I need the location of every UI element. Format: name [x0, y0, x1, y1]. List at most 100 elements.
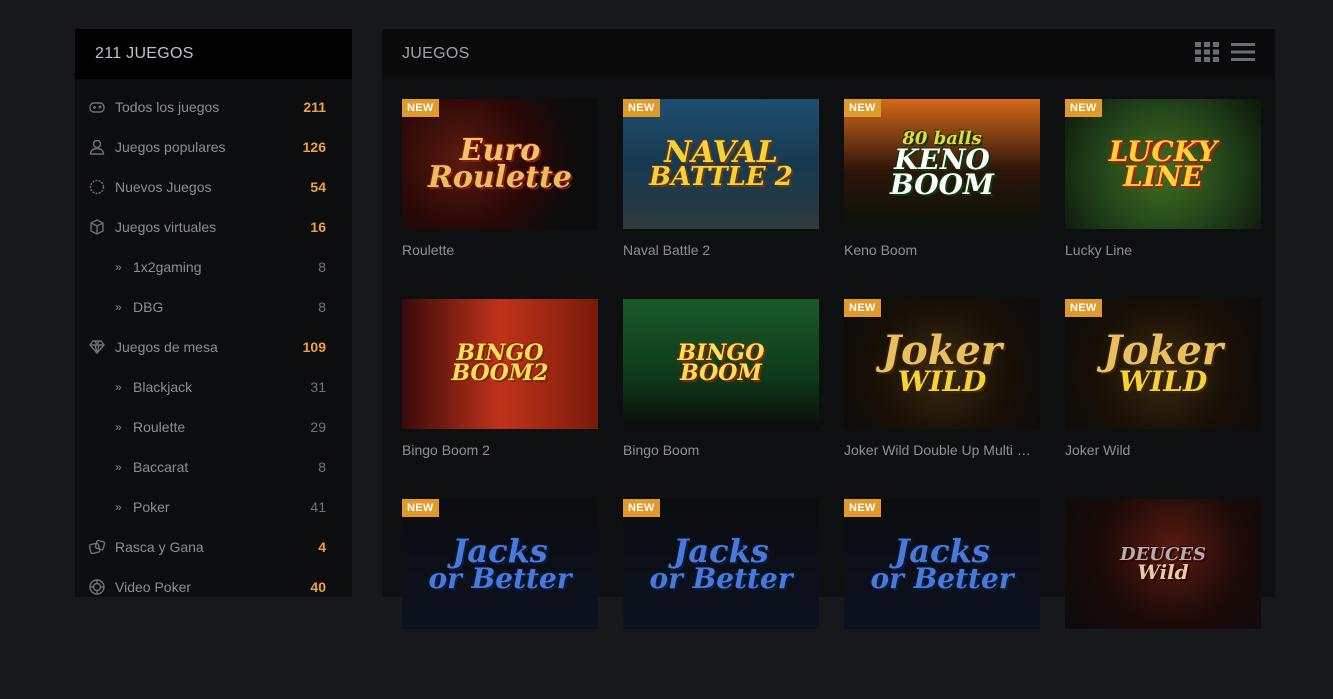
game-thumbnail[interactable]: NEW Euro Roulette	[402, 99, 598, 229]
game-art-title: NAVAL BATTLE 2	[649, 137, 793, 192]
sidebar-item-count: 4	[318, 539, 326, 555]
game-art-line: WILD	[897, 365, 987, 399]
games-count-title: 211 JUEGOS	[95, 45, 194, 62]
sidebar-item-nuevos-juegos[interactable]: Nuevos Juegos 54	[75, 167, 352, 207]
sidebar-item-poker[interactable]: » Poker 41	[75, 487, 352, 527]
category-list: Todos los juegos 211 Juegos populares 126 Nu…	[75, 79, 352, 607]
game-art: BINGO BOOM	[623, 299, 819, 429]
new-badge: NEW	[1065, 99, 1102, 117]
sidebar-item-count: 16	[310, 219, 326, 235]
sidebar-title: 211 JUEGOS	[75, 29, 352, 79]
game-art-line: Roulette	[427, 160, 573, 195]
sidebar-item-count: 126	[302, 139, 326, 155]
sidebar-item-label: Todos los juegos	[115, 99, 220, 115]
game-art-line: or Better	[870, 561, 1014, 595]
game-tile[interactable]: NEW Euro Roulette Roulette	[402, 99, 598, 299]
new-badge: NEW	[844, 499, 881, 517]
game-name[interactable]: Naval Battle 2	[623, 242, 819, 258]
sidebar-item-count: 41	[310, 499, 326, 515]
game-tile[interactable]: NEW Jacks or Better	[844, 499, 1040, 699]
game-art-line: Joker	[1103, 327, 1223, 375]
game-name[interactable]: Joker Wild	[1065, 442, 1261, 458]
sidebar-item-juegos-de-mesa[interactable]: Juegos de mesa 109	[75, 327, 352, 367]
game-art-line: WILD	[1118, 365, 1208, 399]
game-tile[interactable]: NEW Jacks or Better	[623, 499, 819, 699]
game-thumbnail[interactable]: NEW Jacks or Better	[623, 499, 819, 629]
category-sidebar: 211 JUEGOS Todos los juegos 211 Juegos pop…	[75, 29, 352, 597]
game-name[interactable]: Lucky Line	[1065, 242, 1261, 258]
game-art-title: Joker WILD	[1103, 327, 1223, 399]
game-art: Jacks or Better	[623, 499, 819, 629]
game-thumbnail[interactable]: NEW Jacks or Better	[844, 499, 1040, 629]
game-thumbnail[interactable]: NEW LUCKY LINE	[1065, 99, 1261, 229]
game-art: LUCKY LINE	[1065, 99, 1261, 229]
sidebar-item-label: Baccarat	[133, 459, 189, 475]
game-art-line: Wild	[1137, 560, 1189, 585]
chevron-right-icon: »	[115, 420, 122, 434]
sidebar-item-count: 109	[302, 339, 326, 355]
game-thumbnail[interactable]: NEW Joker WILD	[1065, 299, 1261, 429]
grid-view-icon[interactable]	[1195, 41, 1219, 67]
game-tile[interactable]: NEW 80 balls KENO BOOM Keno Boom	[844, 99, 1040, 299]
sidebar-item-blackjack[interactable]: » Blackjack 31	[75, 367, 352, 407]
new-badge: NEW	[402, 499, 439, 517]
game-tile[interactable]: NEW Joker WILD Joker Wild	[1065, 299, 1261, 499]
list-view-icon[interactable]	[1231, 42, 1255, 67]
sidebar-item-juegos-virtuales[interactable]: Juegos virtuales 16	[75, 207, 352, 247]
panel-title: JUEGOS	[402, 45, 470, 62]
sidebar-item-label: Poker	[133, 499, 170, 515]
game-tile[interactable]: NEW LUCKY LINE Lucky Line	[1065, 99, 1261, 299]
sidebar-item-count: 31	[310, 379, 326, 395]
game-thumbnail[interactable]: BINGO BOOM2	[402, 299, 598, 429]
gamepad-icon	[88, 98, 106, 116]
sidebar-item-roulette[interactable]: » Roulette 29	[75, 407, 352, 447]
game-art-title: LUCKY LINE	[1109, 137, 1217, 190]
game-thumbnail[interactable]: NEW Joker WILD	[844, 299, 1040, 429]
game-art: Jacks or Better	[402, 499, 598, 629]
sidebar-item-1x2gaming[interactable]: » 1x2gaming 8	[75, 247, 352, 287]
sidebar-item-count: 8	[318, 299, 326, 315]
sidebar-item-count: 8	[318, 459, 326, 475]
cube-icon	[88, 218, 106, 236]
sidebar-item-juegos-populares[interactable]: Juegos populares 126	[75, 127, 352, 167]
sidebar-item-label: Juegos populares	[115, 139, 226, 155]
sidebar-item-label: Nuevos Juegos	[115, 179, 212, 195]
game-tile[interactable]: BINGO BOOM Bingo Boom	[623, 299, 819, 499]
game-art-line: BATTLE 2	[649, 161, 793, 192]
game-name[interactable]: Bingo Boom 2	[402, 442, 598, 458]
game-thumbnail[interactable]: NEW NAVAL BATTLE 2	[623, 99, 819, 229]
game-thumbnail[interactable]: DEUCES Wild	[1065, 499, 1261, 629]
game-name[interactable]: Keno Boom	[844, 242, 1040, 258]
new-badge: NEW	[844, 299, 881, 317]
new-badge: NEW	[402, 99, 439, 117]
sidebar-item-rasca-y-gana[interactable]: Rasca y Gana 4	[75, 527, 352, 567]
game-art-line: BOOM	[680, 360, 762, 386]
game-tile[interactable]: NEW Jacks or Better	[402, 499, 598, 699]
sidebar-item-video-poker[interactable]: Video Poker 40	[75, 567, 352, 607]
game-thumbnail[interactable]: NEW 80 balls KENO BOOM	[844, 99, 1040, 229]
new-badge: NEW	[623, 499, 660, 517]
dice-icon	[88, 538, 106, 556]
game-tile[interactable]: NEW Joker WILD Joker Wild Double Up Multi H…	[844, 299, 1040, 499]
game-thumbnail[interactable]: NEW Jacks or Better	[402, 499, 598, 629]
game-art-line: or Better	[649, 561, 793, 595]
game-name[interactable]: Bingo Boom	[623, 442, 819, 458]
game-name[interactable]: Joker Wild Double Up Multi Hand	[844, 442, 1040, 458]
view-toggles	[1195, 41, 1255, 67]
game-name[interactable]: Roulette	[402, 242, 598, 258]
game-tile[interactable]: DEUCES Wild	[1065, 499, 1261, 699]
game-tile[interactable]: NEW NAVAL BATTLE 2 Naval Battle 2	[623, 99, 819, 299]
sidebar-item-label: 1x2gaming	[133, 259, 202, 275]
game-art-title: Jacks or Better	[870, 535, 1014, 595]
sidebar-item-todos-los-juegos[interactable]: Todos los juegos 211	[75, 87, 352, 127]
game-art: DEUCES Wild	[1065, 499, 1261, 629]
game-thumbnail[interactable]: BINGO BOOM	[623, 299, 819, 429]
game-art: Joker WILD	[844, 299, 1040, 429]
diamond-icon	[88, 338, 106, 356]
game-tile[interactable]: BINGO BOOM2 Bingo Boom 2	[402, 299, 598, 499]
sidebar-item-baccarat[interactable]: » Baccarat 8	[75, 447, 352, 487]
game-art-title: Jacks or Better	[649, 535, 793, 595]
game-grid: NEW Euro Roulette Roulette NEW NAVAL BATTLE 2N…	[402, 99, 1261, 699]
game-art: Euro Roulette	[402, 99, 598, 229]
sidebar-item-dbg[interactable]: » DBG 8	[75, 287, 352, 327]
